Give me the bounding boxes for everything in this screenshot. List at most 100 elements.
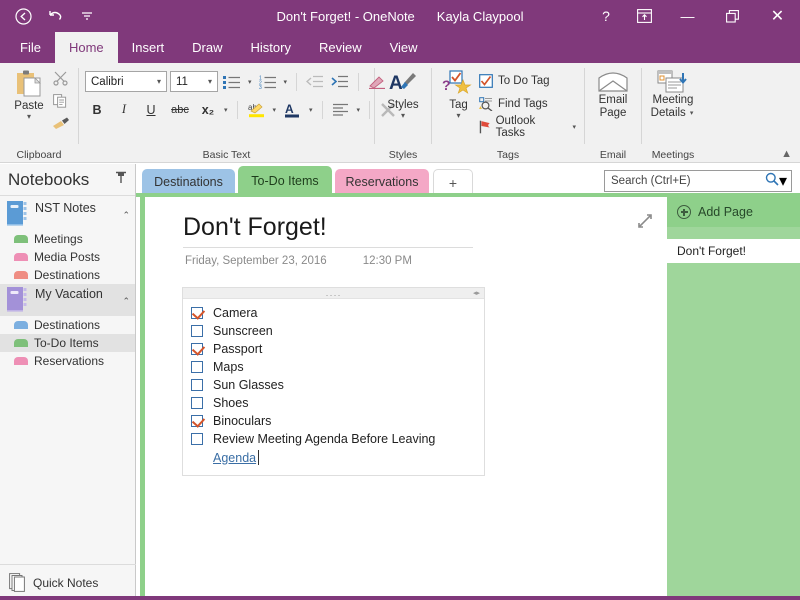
page-title[interactable]: Don't Forget! [183, 213, 473, 248]
paste-caret-icon[interactable]: ▾ [27, 113, 31, 121]
chevron-up-icon[interactable]: ⌃ [122, 210, 130, 221]
quick-notes-button[interactable]: Quick Notes [0, 564, 136, 600]
align-paragraph-icon[interactable] [330, 99, 352, 120]
todo-item-shoes[interactable]: Shoes [191, 394, 478, 412]
tab-file[interactable]: File [6, 32, 55, 63]
font-color-caret-icon[interactable]: ▾ [307, 106, 315, 114]
tab-insert[interactable]: Insert [118, 32, 179, 63]
subscript-button[interactable]: x₂ [197, 99, 219, 120]
font-size-combo[interactable]: 11 ▾ [170, 71, 218, 92]
underline-button[interactable]: U [139, 99, 163, 120]
todo-item-review-meeting-agenda[interactable]: Review Meeting Agenda Before Leaving [191, 430, 478, 448]
align-caret-icon[interactable]: ▾ [355, 106, 363, 114]
todo-checkbox[interactable] [191, 343, 203, 355]
meeting-details-caret-icon[interactable]: ▾ [688, 107, 696, 120]
undo-icon[interactable] [40, 3, 70, 29]
section-tab-reservations[interactable]: Reservations [335, 169, 429, 195]
page-time[interactable]: 12:30 PM [363, 255, 412, 267]
chevron-up-icon[interactable]: ⌃ [122, 296, 130, 307]
section-tab-to-do-items[interactable]: To-Do Items [238, 166, 332, 195]
todo-checkbox[interactable] [191, 379, 203, 391]
todo-checkbox[interactable] [191, 361, 203, 373]
meeting-details-button[interactable]: Meeting Details ▾ [648, 67, 698, 120]
section-to-do-items[interactable]: To-Do Items [0, 334, 135, 352]
todo-item-camera[interactable]: Camera [191, 304, 478, 322]
minimize-button[interactable]: — [665, 0, 710, 32]
tag-button[interactable]: ? Tag ▾ [438, 67, 479, 120]
section-reservations[interactable]: Reservations [0, 352, 135, 370]
section-destinations-nst[interactable]: Destinations [0, 266, 135, 284]
decrease-indent-icon[interactable] [304, 71, 326, 92]
tab-draw[interactable]: Draw [178, 32, 236, 63]
todo-item-passport[interactable]: Passport [191, 340, 478, 358]
tab-home[interactable]: Home [54, 32, 118, 63]
outlook-tasks-button[interactable]: Outlook Tasks ▾ [479, 115, 578, 139]
agenda-link-row[interactable]: Agenda [191, 448, 478, 467]
email-page-button[interactable]: Email Page [591, 67, 635, 120]
font-color-icon[interactable]: A [281, 99, 304, 120]
page-list-item-dont-forget[interactable]: Don't Forget! [667, 239, 800, 263]
bullet-list-icon[interactable] [221, 71, 243, 92]
todo-checkbox[interactable] [191, 415, 203, 427]
todo-item-sun-glasses[interactable]: Sun Glasses [191, 376, 478, 394]
styles-caret-icon[interactable]: ▾ [401, 112, 405, 120]
add-section-button[interactable]: + [433, 169, 473, 195]
close-button[interactable]: ✕ [755, 0, 800, 32]
help-button[interactable]: ? [589, 0, 623, 32]
subscript-caret-icon[interactable]: ▾ [222, 106, 230, 114]
paste-button[interactable]: Paste ▾ [6, 67, 52, 121]
bold-button[interactable]: B [85, 99, 109, 120]
back-arrow-icon[interactable] [8, 3, 38, 29]
strikethrough-button[interactable]: abc [166, 99, 194, 120]
find-tags-button[interactable]: Find Tags [478, 93, 578, 114]
to-do-tag-button[interactable]: To Do Tag [479, 70, 578, 91]
tab-history[interactable]: History [237, 32, 305, 63]
note-container[interactable]: ․․․․ ◂▸ Camera Sunscreen Passport Maps S… [182, 287, 485, 476]
todo-item-binoculars[interactable]: Binoculars [191, 412, 478, 430]
agenda-hyperlink[interactable]: Agenda [213, 449, 260, 465]
note-resize-arrows-icon[interactable]: ◂▸ [473, 289, 480, 297]
page-metadata: Friday, September 23, 2016 12:30 PM [185, 255, 412, 267]
italic-button[interactable]: I [112, 99, 136, 120]
outlook-tasks-caret-icon[interactable]: ▾ [570, 123, 578, 131]
todo-checkbox[interactable] [191, 325, 203, 337]
scissors-icon[interactable] [52, 71, 70, 91]
todo-item-sunscreen[interactable]: Sunscreen [191, 322, 478, 340]
section-destinations-vacation[interactable]: Destinations [0, 316, 135, 334]
collapse-ribbon-icon[interactable]: ▲ [781, 148, 792, 160]
section-meetings[interactable]: Meetings [0, 230, 135, 248]
increase-indent-icon[interactable] [329, 71, 351, 92]
tab-review[interactable]: Review [305, 32, 376, 63]
tab-view[interactable]: View [376, 32, 432, 63]
page-canvas[interactable]: Don't Forget! Friday, September 23, 2016… [140, 197, 667, 600]
customize-quick-access-icon[interactable] [72, 3, 102, 29]
ribbon-display-options-icon[interactable] [623, 0, 665, 32]
styles-button[interactable]: A Styles ▾ [381, 67, 425, 120]
text-highlight-caret-icon[interactable]: ▾ [271, 106, 279, 114]
numbered-list-caret-icon[interactable]: ▾ [282, 78, 290, 86]
search-input[interactable]: Search (Ctrl+E) ▾ [604, 170, 792, 192]
section-media-posts[interactable]: Media Posts [0, 248, 135, 266]
tag-caret-icon[interactable]: ▾ [456, 112, 460, 120]
bullet-list-caret-icon[interactable]: ▾ [246, 78, 254, 86]
todo-checkbox[interactable] [191, 433, 203, 445]
numbered-list-icon[interactable]: 123 [257, 71, 279, 92]
expand-page-icon[interactable] [637, 213, 653, 229]
notebook-nst-notes[interactable]: NST Notes ⌃ [0, 198, 135, 230]
notebook-my-vacation[interactable]: My Vacation ⌃ [0, 284, 135, 316]
todo-checkbox[interactable] [191, 397, 203, 409]
pin-icon[interactable] [115, 171, 127, 189]
todo-checkbox[interactable] [191, 307, 203, 319]
section-tab-destinations[interactable]: Destinations [142, 169, 235, 195]
search-caret-icon[interactable]: ▾ [779, 171, 787, 191]
search-magnifier-icon[interactable] [765, 172, 779, 191]
note-drag-handle[interactable]: ․․․․ ◂▸ [183, 288, 484, 299]
add-page-button[interactable]: Add Page [667, 197, 800, 227]
format-painter-icon[interactable] [52, 116, 70, 135]
font-name-combo[interactable]: Calibri ▾ [85, 71, 167, 92]
text-highlight-icon[interactable]: ab [245, 99, 268, 120]
restore-button[interactable] [710, 0, 755, 32]
todo-item-maps[interactable]: Maps [191, 358, 478, 376]
page-date[interactable]: Friday, September 23, 2016 [185, 255, 327, 267]
copy-icon[interactable] [53, 94, 69, 113]
